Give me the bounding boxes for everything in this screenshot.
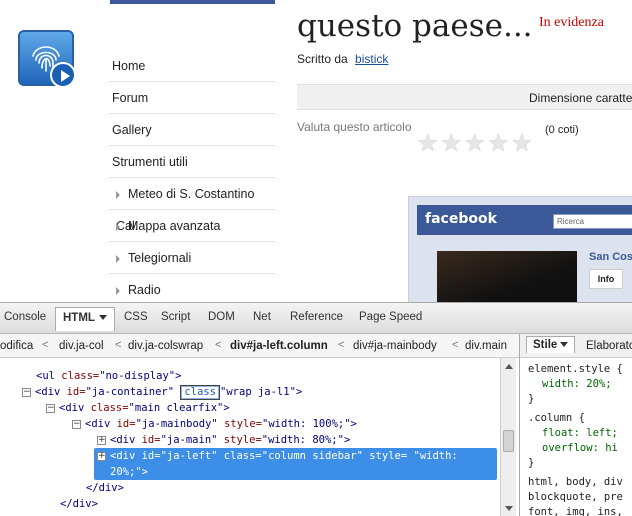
menu-item-forum[interactable]: Forum [108, 82, 276, 114]
html-closing-div: </div> [86, 482, 124, 494]
menu-item-gallery[interactable]: Gallery [108, 114, 276, 146]
css-property[interactable]: overflow: hi [528, 441, 632, 456]
html-node-ja-mainbody[interactable]: − <div id="ja-mainbody" style="width: 100… [72, 416, 357, 432]
author-prefix: Scritto da [297, 52, 348, 66]
html-node-ja-main[interactable]: + <div id="ja-main" style="width: 80%;"> [97, 432, 350, 448]
tab-console[interactable]: Console [4, 311, 46, 323]
menu-item-telegiornali[interactable]: Telegiornali [108, 242, 276, 274]
expand-icon[interactable]: + [97, 435, 106, 445]
html-node-ul[interactable]: <ul class="no-display"> [36, 368, 181, 384]
facebook-profile-photo[interactable] [437, 251, 577, 302]
css-rule-close: } [528, 457, 535, 469]
star-icon[interactable]: ★ [441, 132, 463, 156]
star-icon[interactable]: ★ [488, 132, 510, 156]
breadcrumb-item-current[interactable]: div#ja-left.column [230, 340, 328, 352]
side-panel-tabs: Stile Elaborato [520, 334, 632, 358]
css-selector[interactable]: blockquote, pre [528, 490, 632, 505]
breadcrumb-separator: < [42, 339, 49, 351]
author-line: Scritto da bistick [297, 52, 388, 66]
attribute-edit-field[interactable]: class [180, 385, 221, 400]
font-size-label[interactable]: Dimensione caratte [529, 91, 632, 105]
facebook-header: facebook Ricerca [417, 205, 632, 235]
selected-node-line-2: 20%;"> [110, 466, 148, 478]
collapse-icon[interactable]: − [46, 403, 55, 413]
expand-icon[interactable]: + [97, 451, 106, 461]
facebook-search-input[interactable]: Ricerca [553, 214, 632, 229]
facebook-info-tab[interactable]: Info [589, 269, 623, 289]
menu-item-strumenti[interactable]: Strumenti utili [108, 146, 276, 178]
tab-css[interactable]: CSS [124, 311, 148, 323]
dropdown-arrow-icon [560, 342, 569, 348]
breadcrumb-item[interactable]: div.ja-colswrap [128, 340, 203, 352]
fingerprint-play-icon[interactable] [18, 30, 76, 88]
breadcrumb-separator: < [115, 339, 122, 351]
breadcrumb-item[interactable]: div.ja-col [59, 340, 104, 352]
css-selector[interactable]: html, body, div [528, 475, 632, 490]
css-selector[interactable]: font, img, ins, [528, 505, 632, 516]
collapse-icon[interactable]: − [72, 419, 81, 429]
breadcrumb-item[interactable]: odifica [0, 340, 33, 352]
tab-net[interactable]: Net [253, 311, 271, 323]
css-selector[interactable]: .column { [528, 411, 632, 426]
scroll-up-icon[interactable] [505, 364, 513, 369]
star-icon[interactable]: ★ [464, 132, 486, 156]
submenu-arrow-icon [116, 286, 120, 295]
facebook-profile-name[interactable]: San Cos [589, 251, 632, 263]
rating-stars: ★ ★ ★ ★ ★ [417, 132, 533, 156]
html-tree-scrollbar[interactable] [500, 358, 516, 516]
star-icon[interactable]: ★ [511, 132, 533, 156]
breadcrumb: odifica < div.ja-col < div.ja-colswrap <… [0, 334, 520, 358]
tab-page-speed[interactable]: Page Speed [359, 311, 422, 323]
css-rule-close: } [528, 393, 535, 405]
tab-script[interactable]: Script [161, 311, 190, 323]
breadcrumb-separator: < [338, 339, 345, 351]
html-node-ja-left-selected[interactable]: + <div id="ja-left" class="column sidebar… [94, 448, 497, 480]
scrollbar-thumb[interactable] [503, 430, 514, 452]
html-node-main-clearfix[interactable]: − <div class="main clearfix"> [46, 400, 230, 416]
html-node-ja-container[interactable]: − <div id="ja-container" class "wrap ja-l1… [22, 384, 302, 400]
breadcrumb-separator: < [452, 339, 459, 351]
submenu-arrow-icon [116, 222, 120, 231]
font-size-bar: Dimensione caratte [297, 84, 632, 110]
facebook-widget: facebook Ricerca San Cos Info [408, 196, 632, 302]
menu-item-radio[interactable]: Radio [108, 274, 276, 302]
rating-label: Valuta questo articolo [297, 120, 412, 134]
html-closing-div: </div> [60, 498, 98, 510]
author-link[interactable]: bistick [355, 52, 388, 66]
article-title: questo paese... [297, 8, 533, 44]
facebook-logo[interactable]: facebook [425, 211, 497, 227]
votes-count: (0 coti) [545, 124, 579, 136]
tab-reference[interactable]: Reference [290, 311, 343, 323]
featured-label: In evidenza [539, 15, 604, 30]
submenu-arrow-icon [116, 190, 120, 199]
web-page: Home Forum Gallery Strumenti utili Meteo… [0, 0, 632, 302]
firebug-panel: Console HTML CSS Script DOM Net Referenc… [0, 302, 632, 516]
css-property[interactable]: float: left; [528, 426, 632, 441]
menu-item-mappa[interactable]: Mappa avanzata [108, 210, 276, 242]
breadcrumb-separator: < [215, 339, 222, 351]
tab-elaborato[interactable]: Elaborato [586, 340, 632, 352]
css-selector[interactable]: element.style { [528, 362, 632, 377]
html-tree: <ul class="no-display"> − <div id="ja-con… [0, 358, 500, 516]
style-side-panel: Stile Elaborato element.style { width: 2… [519, 334, 632, 516]
breadcrumb-item[interactable]: div#ja-mainbody [353, 340, 437, 352]
breadcrumb-item[interactable]: div.main [465, 340, 507, 352]
star-icon[interactable]: ★ [417, 132, 439, 156]
menu-item-meteo[interactable]: Meteo di S. Costantino Cal. [108, 178, 276, 233]
menu-item-home[interactable]: Home [108, 50, 276, 82]
tab-html[interactable]: HTML [55, 307, 115, 331]
tab-stile[interactable]: Stile [526, 336, 576, 353]
top-banner-strip [110, 0, 275, 4]
selected-node-line-1: + <div id="ja-left" class="column sidebar… [97, 450, 458, 462]
firebug-toolbar: Console HTML CSS Script DOM Net Referenc… [0, 303, 632, 334]
collapse-icon[interactable]: − [22, 387, 31, 397]
scroll-down-icon[interactable] [505, 506, 513, 511]
site-menu: Home Forum Gallery Strumenti utili Meteo… [108, 50, 276, 302]
submenu-arrow-icon [116, 254, 120, 263]
tab-dom[interactable]: DOM [208, 311, 235, 323]
css-property[interactable]: width: 20%; [528, 377, 632, 392]
play-icon [50, 62, 76, 88]
dropdown-arrow-icon [98, 315, 107, 321]
css-rules: element.style { width: 20%; } .column { … [528, 362, 632, 516]
